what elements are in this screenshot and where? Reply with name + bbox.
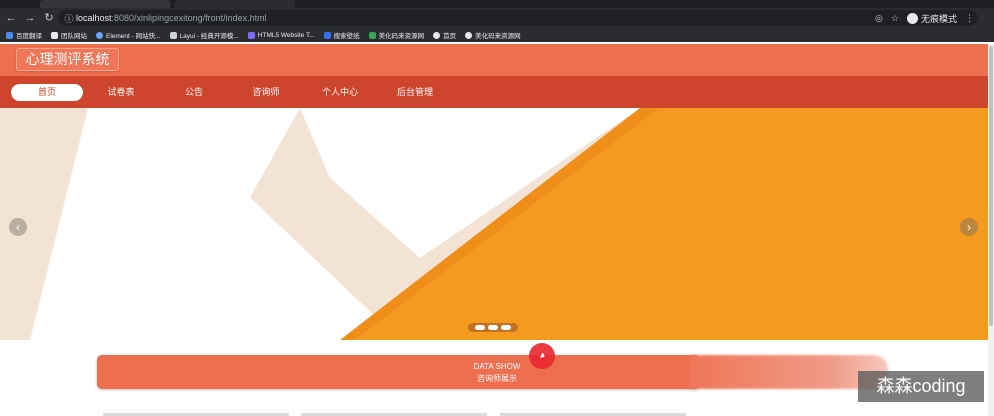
nav-exams[interactable]: 试卷表 bbox=[100, 84, 142, 101]
site-info-icon[interactable]: ⓘ bbox=[62, 12, 76, 25]
reload-icon[interactable]: ↻ bbox=[41, 10, 57, 26]
forward-icon[interactable]: → bbox=[22, 10, 38, 26]
browser-tab-active[interactable] bbox=[40, 0, 170, 8]
flag-icon bbox=[51, 31, 58, 39]
back-icon[interactable]: ← bbox=[3, 10, 19, 26]
main-nav: 首页 试卷表 公告 咨询师 个人中心 后台管理 bbox=[0, 76, 988, 108]
browser-toolbar: ← → ↻ ⓘ localhost :8080/xinlipingcexiton… bbox=[0, 8, 994, 28]
bookmark-item[interactable]: 美化码来资源网 bbox=[465, 30, 521, 40]
incognito-indicator[interactable]: 无痕模式 bbox=[906, 12, 957, 25]
bookmark-item[interactable]: 搜索壁纸 bbox=[323, 30, 360, 40]
address-bar[interactable]: ⓘ localhost :8080/xinlipingcexitong/fron… bbox=[58, 10, 978, 26]
scrollbar-thumb[interactable] bbox=[989, 46, 993, 326]
bookmark-item[interactable]: 美化码来资源网 bbox=[368, 30, 424, 40]
menu-icon[interactable]: ⋮ bbox=[965, 13, 974, 24]
banner-image bbox=[0, 108, 988, 340]
nav-admin[interactable]: 后台管理 bbox=[390, 84, 440, 101]
html5-icon bbox=[247, 31, 255, 39]
carousel-dot[interactable] bbox=[501, 325, 511, 330]
carousel-next-button[interactable]: › bbox=[960, 218, 978, 236]
nav-counselors[interactable]: 咨询师 bbox=[244, 84, 288, 101]
bookmark-item[interactable]: 首页 bbox=[433, 30, 456, 40]
incognito-icon bbox=[906, 12, 918, 24]
carousel-dot[interactable] bbox=[475, 325, 485, 330]
browser-tab-strip bbox=[0, 0, 994, 8]
browser-tab[interactable] bbox=[175, 0, 295, 8]
element-icon bbox=[96, 31, 103, 39]
star-icon[interactable]: ☆ bbox=[891, 13, 899, 24]
carousel-dot[interactable] bbox=[488, 325, 498, 330]
banner-carousel[interactable]: ‹ › bbox=[0, 108, 988, 340]
url-path: :8080/xinlipingcexitong/front/index.html bbox=[111, 13, 267, 23]
bookmarks-bar: 百度翻译 团队网站 Element - 网站快... Layui - 经典开源模… bbox=[0, 28, 994, 42]
bookmark-item[interactable]: 百度翻译 bbox=[6, 30, 42, 40]
layui-icon bbox=[169, 31, 177, 39]
watermark: 森森coding bbox=[858, 371, 984, 402]
incognito-label: 无痕模式 bbox=[920, 13, 957, 24]
section-header: DATA SHOW 咨询师展示 bbox=[97, 355, 697, 389]
translate-icon bbox=[6, 31, 13, 39]
url-host: localhost bbox=[76, 13, 112, 23]
bookmark-item[interactable]: 团队网站 bbox=[51, 30, 87, 40]
eye-off-icon[interactable]: ◎ bbox=[875, 13, 883, 24]
nav-profile[interactable]: 个人中心 bbox=[315, 84, 365, 101]
globe-icon bbox=[465, 31, 473, 39]
nav-home[interactable]: 首页 bbox=[11, 84, 83, 101]
carousel-prev-button[interactable]: ‹ bbox=[9, 218, 27, 236]
bookmark-item[interactable]: Element - 网站快... bbox=[96, 30, 161, 40]
site-logo[interactable]: 心理测评系统 bbox=[16, 48, 119, 71]
globe-icon bbox=[433, 31, 441, 39]
carousel-indicators bbox=[468, 323, 518, 332]
nav-notices[interactable]: 公告 bbox=[176, 84, 212, 101]
bookmark-item[interactable]: Layui - 经典开源模... bbox=[169, 30, 239, 40]
bookmark-item[interactable]: HTML5 Website T... bbox=[247, 31, 315, 39]
wallpaper-icon bbox=[323, 31, 331, 39]
bookmark-icon bbox=[368, 31, 376, 39]
site-header: 心理测评系统 bbox=[0, 44, 988, 76]
